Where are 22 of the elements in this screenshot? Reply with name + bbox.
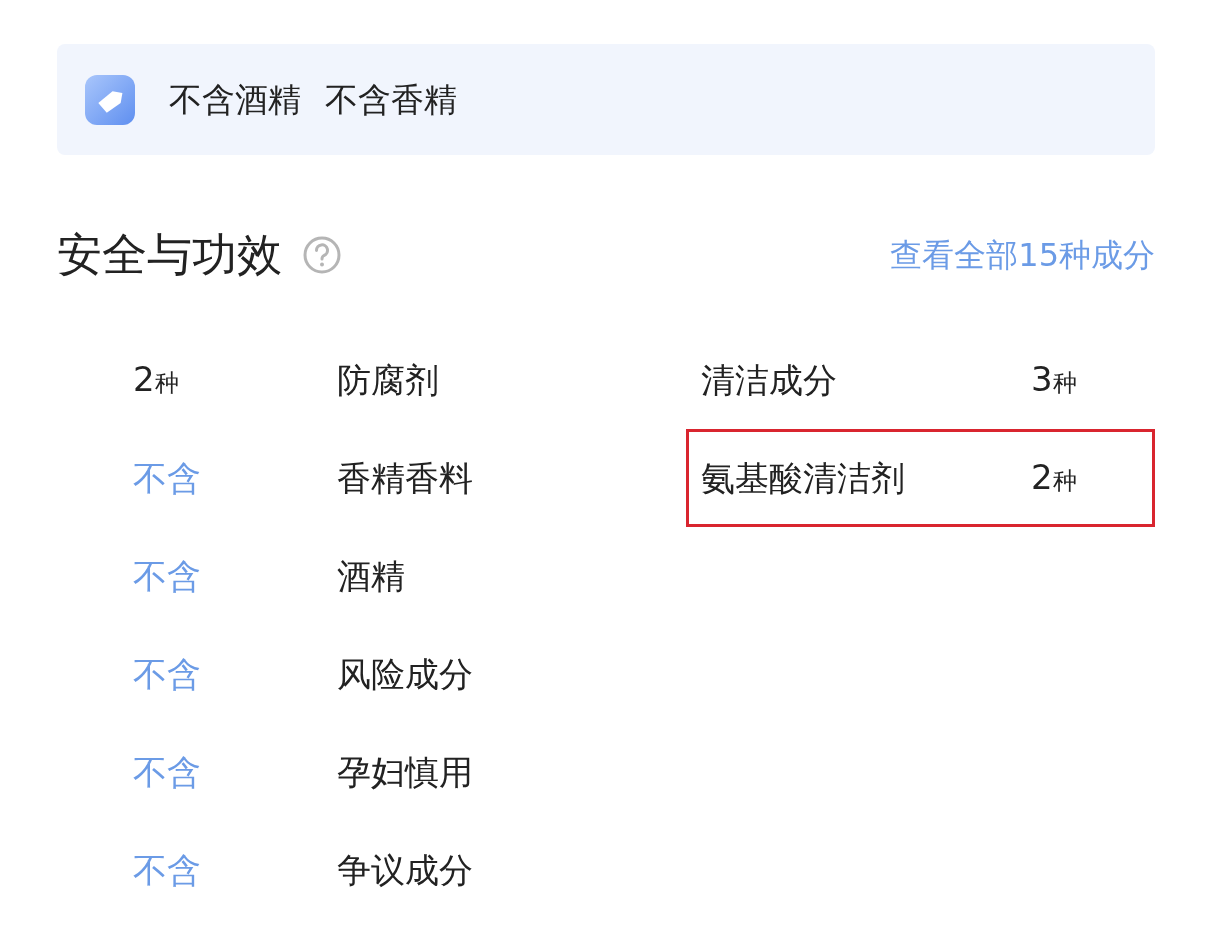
value-text: 不含 — [133, 555, 201, 596]
ingredient-label: 防腐剂 — [337, 358, 439, 402]
ingredient-label: 风险成分 — [337, 652, 473, 696]
value-text: 不含 — [133, 849, 201, 890]
count-text: 2种 — [133, 358, 179, 402]
count-text: 2种 — [1031, 456, 1077, 500]
value-text: 不含 — [133, 457, 201, 498]
ingredient-label: 香精香料 — [337, 456, 473, 500]
ingredient-label: 争议成分 — [337, 848, 473, 892]
ingredient-label: 酒精 — [337, 554, 405, 598]
view-all-link[interactable]: 查看全部15种成分 — [890, 231, 1155, 279]
ingredient-label: 清洁成分 — [701, 358, 838, 402]
tag-text: 不含酒精 — [169, 78, 301, 121]
ingredient-label: 氨基酸清洁剂 — [701, 456, 906, 500]
section-title: 安全与功效 — [57, 227, 282, 284]
help-icon[interactable] — [302, 235, 342, 275]
ingredient-label: 孕妇慎用 — [337, 750, 473, 794]
tag-icon — [85, 74, 135, 125]
tag-text: 不含香精 — [325, 78, 457, 121]
value-text: 不含 — [133, 653, 201, 694]
count-text: 3种 — [1031, 358, 1077, 402]
value-text: 不含 — [133, 751, 201, 792]
